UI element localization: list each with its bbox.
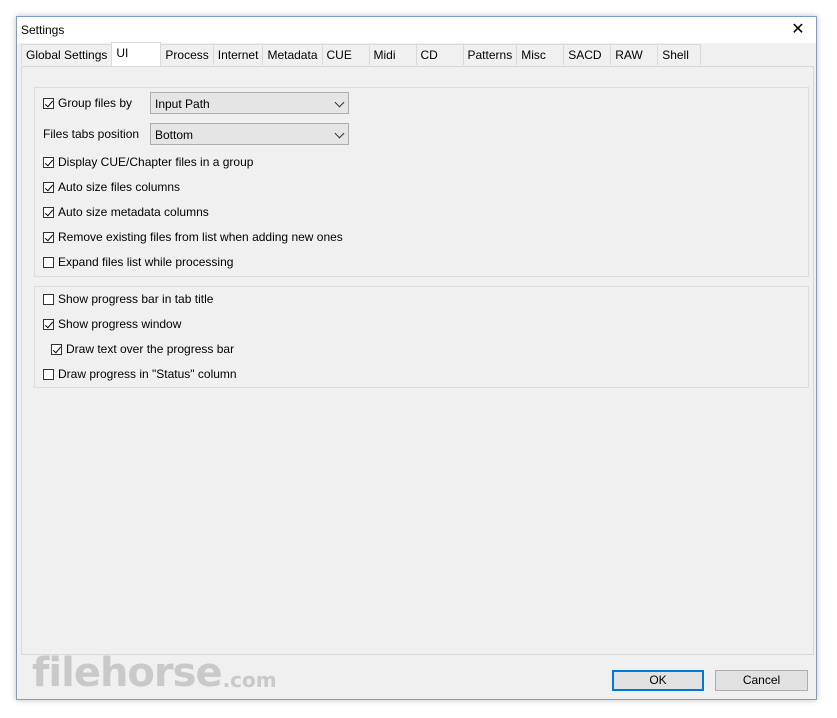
files-tabs-position-value: Bottom	[155, 128, 194, 142]
progress-group: Show progress bar in tab title Show prog…	[34, 286, 809, 388]
progress-window-checkbox[interactable]	[43, 318, 54, 330]
draw-status-label: Draw progress in "Status" column	[58, 367, 237, 381]
draw-status-row[interactable]: Draw progress in "Status" column	[43, 364, 237, 384]
display-cue-checkbox[interactable]	[43, 156, 54, 168]
tab-ui[interactable]: UI	[111, 42, 162, 66]
remove-existing-row[interactable]: Remove existing files from list when add…	[43, 227, 343, 247]
group-files-by-value: Input Path	[155, 97, 210, 111]
auto-size-metadata-row[interactable]: Auto size metadata columns	[43, 202, 209, 222]
ok-button[interactable]: OK	[612, 670, 704, 691]
settings-window: Settings ✕ Global Settings UI Process In…	[16, 16, 817, 700]
display-cue-label: Display CUE/Chapter files in a group	[58, 155, 254, 169]
progress-window-label: Show progress window	[58, 317, 182, 331]
tab-strip: Global Settings UI Process Internet Meta…	[21, 42, 702, 66]
title-bar: Settings ✕	[17, 17, 816, 43]
auto-size-metadata-checkbox[interactable]	[43, 206, 54, 218]
auto-size-files-row[interactable]: Auto size files columns	[43, 177, 180, 197]
group-files-by-select[interactable]: Input Path	[150, 92, 349, 114]
close-icon[interactable]: ✕	[788, 20, 808, 40]
tab-shell[interactable]: Shell	[657, 44, 702, 65]
draw-text-row[interactable]: Draw text over the progress bar	[51, 339, 234, 359]
files-list-group: Group files by Input Path Files tabs pos…	[34, 87, 809, 277]
chevron-down-icon	[334, 128, 345, 139]
ui-settings-panel: Group files by Input Path Files tabs pos…	[21, 66, 814, 655]
tab-cue[interactable]: CUE	[321, 44, 370, 65]
expand-files-label: Expand files list while processing	[58, 255, 234, 269]
filehorse-watermark: filehorse .com	[32, 650, 277, 696]
expand-files-row[interactable]: Expand files list while processing	[43, 252, 233, 272]
auto-size-files-label: Auto size files columns	[58, 180, 181, 194]
remove-existing-label: Remove existing files from list when add…	[58, 230, 343, 244]
progress-window-row[interactable]: Show progress window	[43, 314, 181, 334]
tab-misc[interactable]: Misc	[516, 44, 565, 65]
auto-size-files-checkbox[interactable]	[43, 181, 54, 193]
display-cue-row[interactable]: Display CUE/Chapter files in a group	[43, 152, 253, 172]
window-title: Settings	[21, 23, 65, 37]
remove-existing-checkbox[interactable]	[43, 231, 54, 243]
tab-sacd[interactable]: SACD	[563, 44, 612, 65]
progress-tab-title-label: Show progress bar in tab title	[58, 292, 214, 306]
draw-text-checkbox[interactable]	[51, 343, 62, 355]
expand-files-checkbox[interactable]	[43, 256, 54, 268]
files-tabs-position-label: Files tabs position	[43, 127, 140, 141]
group-files-by-label: Group files by	[58, 96, 133, 110]
tab-process[interactable]: Process	[160, 44, 214, 65]
tab-global-settings[interactable]: Global Settings	[21, 44, 113, 65]
tab-metadata[interactable]: Metadata	[262, 44, 323, 65]
chevron-down-icon	[334, 97, 345, 108]
tab-internet[interactable]: Internet	[212, 44, 264, 65]
progress-tab-title-checkbox[interactable]	[43, 293, 54, 305]
tab-patterns[interactable]: Patterns	[462, 44, 518, 65]
cancel-button[interactable]: Cancel	[715, 670, 808, 691]
watermark-main: filehorse	[32, 650, 223, 696]
tab-midi[interactable]: Midi	[368, 44, 417, 65]
tab-raw[interactable]: RAW	[610, 44, 659, 65]
files-tabs-position-row: Files tabs position	[43, 124, 139, 144]
draw-text-label: Draw text over the progress bar	[66, 342, 235, 356]
auto-size-metadata-label: Auto size metadata columns	[58, 205, 209, 219]
watermark-suffix: .com	[222, 668, 277, 692]
group-files-by-row[interactable]: Group files by	[43, 93, 132, 113]
draw-status-checkbox[interactable]	[43, 368, 54, 380]
group-files-by-checkbox[interactable]	[43, 97, 54, 109]
progress-tab-title-row[interactable]: Show progress bar in tab title	[43, 289, 213, 309]
files-tabs-position-select[interactable]: Bottom	[150, 123, 349, 145]
tab-cd[interactable]: CD	[415, 44, 464, 65]
